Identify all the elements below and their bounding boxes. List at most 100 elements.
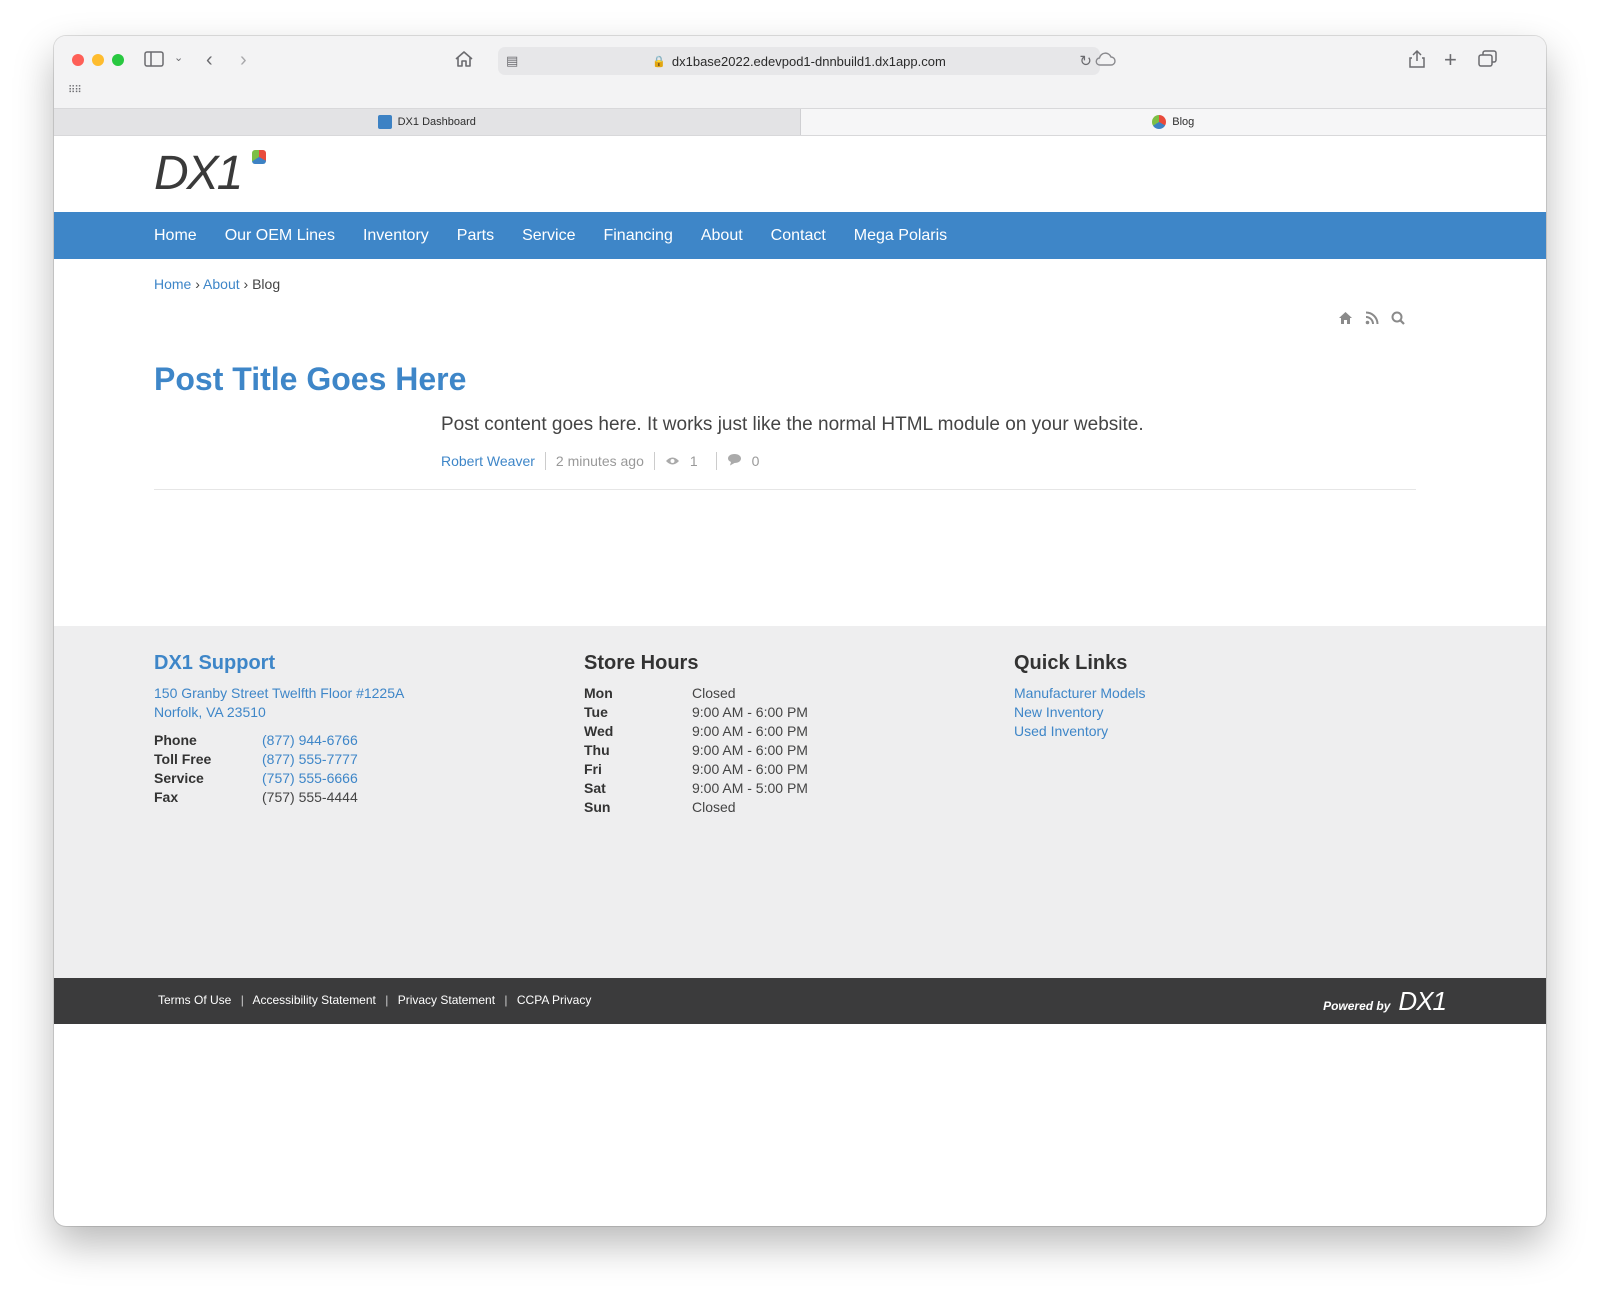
url-text: dx1base2022.edevpod1-dnnbuild1.dx1app.co… xyxy=(671,53,946,69)
browser-window: ⌄ ‹ › ▤ 🔒 dx1base2022.edevpod1-dnnbuild1… xyxy=(54,36,1546,1226)
hours-row: Thu 9:00 AM - 6:00 PM xyxy=(584,741,808,760)
hours-day: Mon xyxy=(584,685,613,701)
browser-toolbar: ⌄ ‹ › ▤ 🔒 dx1base2022.edevpod1-dnnbuild1… xyxy=(54,36,1546,136)
post-views: 1 xyxy=(689,453,698,469)
contact-label: Phone xyxy=(154,732,197,748)
logo-cube-icon xyxy=(252,150,266,164)
post-divider xyxy=(154,489,1416,490)
support-column: DX1 Support 150 Granby Street Twelfth Fl… xyxy=(154,652,404,807)
nav-mega-polaris[interactable]: Mega Polaris xyxy=(854,227,947,245)
hours-row: Mon Closed xyxy=(584,684,808,703)
new-tab-icon[interactable]: + xyxy=(1444,49,1457,71)
close-window-button[interactable] xyxy=(72,54,84,66)
blog-tools xyxy=(1338,311,1405,328)
favorites-grid-icon[interactable]: ⠿⠿ xyxy=(68,86,82,96)
powered-by-label: Powered by xyxy=(1323,999,1391,1013)
hours-time: 9:00 AM - 6:00 PM xyxy=(692,723,808,739)
sidebar-icon[interactable] xyxy=(144,51,164,67)
window-controls xyxy=(72,54,124,66)
nav-contact[interactable]: Contact xyxy=(771,227,826,245)
hours-day: Tue xyxy=(584,704,608,720)
site-footer: DX1 Support 150 Granby Street Twelfth Fl… xyxy=(54,626,1546,978)
post-comments[interactable]: 0 xyxy=(752,453,760,469)
main-content: Home › About › Blog Post Title Goes Here… xyxy=(54,259,1546,626)
tab-bar: DX1 Dashboard Blog xyxy=(54,108,1546,136)
site-header: DX1 xyxy=(54,136,1546,212)
cloud-icon[interactable] xyxy=(1094,51,1116,67)
meta-divider xyxy=(715,452,717,470)
contact-row: Service (757) 555-6666 xyxy=(154,769,404,788)
contact-label: Service xyxy=(154,770,204,786)
home-icon[interactable] xyxy=(1338,311,1353,328)
quick-link-new-inventory[interactable]: New Inventory xyxy=(1014,703,1146,722)
hours-row: Sat 9:00 AM - 5:00 PM xyxy=(584,779,808,798)
minimize-window-button[interactable] xyxy=(92,54,104,66)
reload-icon[interactable]: ↻ xyxy=(1079,52,1092,70)
powered-by-logo: DX1 xyxy=(1398,986,1447,1016)
post-content: Post content goes here. It works just li… xyxy=(441,414,1144,435)
hours-row: Tue 9:00 AM - 6:00 PM xyxy=(584,703,808,722)
quick-links-title: Quick Links xyxy=(1014,652,1128,674)
hours-time: Closed xyxy=(692,685,736,701)
legal-separator: | xyxy=(240,993,244,1007)
terms-of-use-link[interactable]: Terms Of Use xyxy=(158,993,231,1007)
lock-icon: 🔒 xyxy=(652,55,666,68)
hours-time: 9:00 AM - 5:00 PM xyxy=(692,780,808,796)
tab-label: DX1 Dashboard xyxy=(397,116,476,128)
phone-link[interactable]: (877) 944-6766 xyxy=(262,731,358,750)
legal-bar: Terms Of Use | Accessibility Statement |… xyxy=(54,978,1546,1024)
contact-row: Phone (877) 944-6766 xyxy=(154,731,404,750)
breadcrumb: Home › About › Blog xyxy=(154,276,280,292)
breadcrumb-home[interactable]: Home xyxy=(154,276,191,292)
quick-link-used-inventory[interactable]: Used Inventory xyxy=(1014,722,1146,741)
legal-separator: | xyxy=(504,993,508,1007)
quick-link-manufacturer-models[interactable]: Manufacturer Models xyxy=(1014,684,1146,703)
hours-time: 9:00 AM - 6:00 PM xyxy=(692,742,808,758)
toll-free-link[interactable]: (877) 555-7777 xyxy=(262,750,358,769)
hours-row: Wed 9:00 AM - 6:00 PM xyxy=(584,722,808,741)
zoom-window-button[interactable] xyxy=(112,54,124,66)
legal-separator: | xyxy=(385,993,389,1007)
post-title[interactable]: Post Title Goes Here xyxy=(154,361,466,398)
address-bar[interactable]: ▤ 🔒 dx1base2022.edevpod1-dnnbuild1.dx1ap… xyxy=(498,47,1100,75)
breadcrumb-about[interactable]: About xyxy=(203,276,240,292)
home-icon[interactable] xyxy=(454,50,474,68)
hours-time: Closed xyxy=(692,799,736,815)
nav-parts[interactable]: Parts xyxy=(457,227,494,245)
tab-blog[interactable]: Blog xyxy=(800,109,1546,135)
chevron-down-icon[interactable]: ⌄ xyxy=(174,53,183,64)
site-logo[interactable]: DX1 xyxy=(154,150,243,198)
breadcrumb-separator: › xyxy=(243,276,249,292)
service-phone-link[interactable]: (757) 555-6666 xyxy=(262,769,358,788)
hours-time: 9:00 AM - 6:00 PM xyxy=(692,761,808,777)
nav-financing[interactable]: Financing xyxy=(603,227,672,245)
hours-row: Sun Closed xyxy=(584,798,808,817)
nav-about[interactable]: About xyxy=(701,227,743,245)
eye-icon xyxy=(665,454,680,469)
support-title[interactable]: DX1 Support xyxy=(154,652,404,675)
back-icon[interactable]: ‹ xyxy=(206,50,213,70)
forward-icon[interactable]: › xyxy=(240,50,247,70)
nav-inventory[interactable]: Inventory xyxy=(363,227,429,245)
ccpa-privacy-link[interactable]: CCPA Privacy xyxy=(517,993,591,1007)
accessibility-statement-link[interactable]: Accessibility Statement xyxy=(252,993,375,1007)
contact-list: Phone (877) 944-6766 Toll Free (877) 555… xyxy=(154,731,404,807)
share-icon[interactable] xyxy=(1408,49,1426,69)
tab-overview-icon[interactable] xyxy=(1478,50,1498,68)
privacy-statement-link[interactable]: Privacy Statement xyxy=(398,993,495,1007)
address-line-2[interactable]: Norfolk, VA 23510 xyxy=(154,703,404,722)
nav-our-oem-lines[interactable]: Our OEM Lines xyxy=(225,227,335,245)
hours-title: Store Hours xyxy=(584,652,699,674)
post-author[interactable]: Robert Weaver xyxy=(441,453,535,469)
tab-dx1-dashboard[interactable]: DX1 Dashboard xyxy=(54,109,801,135)
rss-icon[interactable] xyxy=(1365,311,1379,328)
search-icon[interactable] xyxy=(1391,311,1405,328)
main-nav: Home Our OEM Lines Inventory Parts Servi… xyxy=(54,212,1546,259)
powered-by[interactable]: Powered by DX1 xyxy=(1323,986,1447,1017)
meta-divider xyxy=(544,452,546,470)
address-line-1[interactable]: 150 Granby Street Twelfth Floor #1225A xyxy=(154,684,404,703)
nav-service[interactable]: Service xyxy=(522,227,575,245)
hours-day: Wed xyxy=(584,723,614,739)
page-settings-icon[interactable]: ▤ xyxy=(506,53,518,69)
nav-home[interactable]: Home xyxy=(154,227,197,245)
